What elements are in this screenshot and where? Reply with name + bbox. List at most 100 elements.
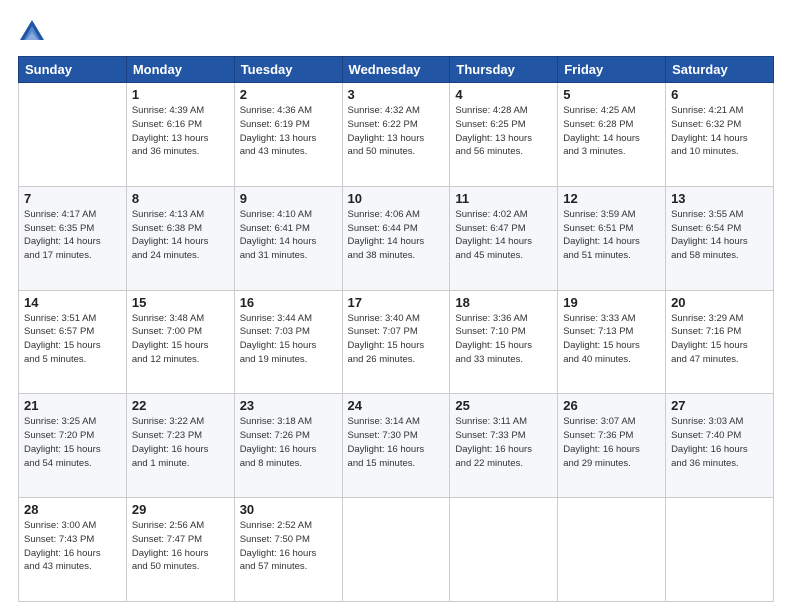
day-number: 14: [24, 295, 121, 310]
calendar-day-cell: 7 Sunrise: 4:17 AM Sunset: 6:35 PM Daylig…: [19, 186, 127, 290]
day-info: Sunrise: 4:10 AM Sunset: 6:41 PM Dayligh…: [240, 208, 337, 263]
day-number: 11: [455, 191, 552, 206]
calendar-day-cell: 29Sunrise: 2:56 AM Sunset: 7:47 PM Dayli…: [126, 498, 234, 602]
calendar-day-cell: 22 Sunrise: 3:22 AM Sunset: 7:23 PM Dayli…: [126, 394, 234, 498]
day-number: 5: [563, 87, 660, 102]
day-info: Sunrise: 3:51 AM Sunset: 6:57 PM Dayligh…: [24, 312, 121, 367]
day-info: Sunrise: 4:32 AM Sunset: 6:22 PM Dayligh…: [348, 104, 445, 159]
weekday-header: Sunday: [19, 57, 127, 83]
day-number: 25: [455, 398, 552, 413]
page: SundayMondayTuesdayWednesdayThursdayFrid…: [0, 0, 792, 612]
calendar-day-cell: 18 Sunrise: 3:36 AM Sunset: 7:10 PM Dayli…: [450, 290, 558, 394]
day-number: 27: [671, 398, 768, 413]
calendar-day-cell: 24 Sunrise: 3:14 AM Sunset: 7:30 PM Dayli…: [342, 394, 450, 498]
weekday-header: Tuesday: [234, 57, 342, 83]
weekday-header: Friday: [558, 57, 666, 83]
calendar-day-cell: 10 Sunrise: 4:06 AM Sunset: 6:44 PM Dayli…: [342, 186, 450, 290]
day-number: 2: [240, 87, 337, 102]
day-info: Sunrise: 3:14 AM Sunset: 7:30 PM Dayligh…: [348, 415, 445, 470]
day-info: Sunrise: 3:07 AM Sunset: 7:36 PM Dayligh…: [563, 415, 660, 470]
day-number: 30: [240, 502, 337, 517]
day-number: 26: [563, 398, 660, 413]
day-info: Sunrise: 3:22 AM Sunset: 7:23 PM Dayligh…: [132, 415, 229, 470]
calendar-week-row: 14 Sunrise: 3:51 AM Sunset: 6:57 PM Dayli…: [19, 290, 774, 394]
day-info: Sunrise: 3:40 AM Sunset: 7:07 PM Dayligh…: [348, 312, 445, 367]
day-info: Sunrise: 3:48 AM Sunset: 7:00 PM Dayligh…: [132, 312, 229, 367]
logo: [18, 18, 50, 46]
calendar-day-cell: 8 Sunrise: 4:13 AM Sunset: 6:38 PM Daylig…: [126, 186, 234, 290]
day-number: 10: [348, 191, 445, 206]
day-info: Sunrise: 3:03 AM Sunset: 7:40 PM Dayligh…: [671, 415, 768, 470]
day-info: Sunrise: 4:13 AM Sunset: 6:38 PM Dayligh…: [132, 208, 229, 263]
weekday-header: Wednesday: [342, 57, 450, 83]
day-info: Sunrise: 4:06 AM Sunset: 6:44 PM Dayligh…: [348, 208, 445, 263]
calendar-day-cell: 21 Sunrise: 3:25 AM Sunset: 7:20 PM Dayli…: [19, 394, 127, 498]
calendar-week-row: 28 Sunrise: 3:00 AM Sunset: 7:43 PM Dayli…: [19, 498, 774, 602]
calendar-day-cell: 15 Sunrise: 3:48 AM Sunset: 7:00 PM Dayli…: [126, 290, 234, 394]
day-info: Sunrise: 4:25 AM Sunset: 6:28 PM Dayligh…: [563, 104, 660, 159]
day-number: 18: [455, 295, 552, 310]
calendar-day-cell: 16 Sunrise: 3:44 AM Sunset: 7:03 PM Dayli…: [234, 290, 342, 394]
day-number: 9: [240, 191, 337, 206]
calendar-day-cell: 30 Sunrise: 2:52 AM Sunset: 7:50 PM Dayli…: [234, 498, 342, 602]
day-number: 21: [24, 398, 121, 413]
calendar-day-cell: 9 Sunrise: 4:10 AM Sunset: 6:41 PM Daylig…: [234, 186, 342, 290]
day-info: Sunrise: 4:21 AM Sunset: 6:32 PM Dayligh…: [671, 104, 768, 159]
calendar-day-cell: 1Sunrise: 4:39 AM Sunset: 6:16 PM Daylig…: [126, 83, 234, 187]
day-number: 7: [24, 191, 121, 206]
day-number: 15: [132, 295, 229, 310]
calendar-day-cell: 11 Sunrise: 4:02 AM Sunset: 6:47 PM Dayli…: [450, 186, 558, 290]
day-number: 3: [348, 87, 445, 102]
day-info: Sunrise: 3:11 AM Sunset: 7:33 PM Dayligh…: [455, 415, 552, 470]
day-number: 22: [132, 398, 229, 413]
day-number: 28: [24, 502, 121, 517]
calendar-day-cell: 20Sunrise: 3:29 AM Sunset: 7:16 PM Dayli…: [666, 290, 774, 394]
day-info: Sunrise: 2:52 AM Sunset: 7:50 PM Dayligh…: [240, 519, 337, 574]
day-info: Sunrise: 4:36 AM Sunset: 6:19 PM Dayligh…: [240, 104, 337, 159]
calendar-day-cell: 5 Sunrise: 4:25 AM Sunset: 6:28 PM Daylig…: [558, 83, 666, 187]
calendar-day-cell: 19 Sunrise: 3:33 AM Sunset: 7:13 PM Dayli…: [558, 290, 666, 394]
day-number: 8: [132, 191, 229, 206]
weekday-header: Thursday: [450, 57, 558, 83]
calendar-day-cell: 17Sunrise: 3:40 AM Sunset: 7:07 PM Dayli…: [342, 290, 450, 394]
logo-icon: [18, 18, 46, 46]
calendar-day-cell: 6Sunrise: 4:21 AM Sunset: 6:32 PM Daylig…: [666, 83, 774, 187]
day-info: Sunrise: 3:00 AM Sunset: 7:43 PM Dayligh…: [24, 519, 121, 574]
calendar-day-cell: 3 Sunrise: 4:32 AM Sunset: 6:22 PM Daylig…: [342, 83, 450, 187]
day-info: Sunrise: 4:17 AM Sunset: 6:35 PM Dayligh…: [24, 208, 121, 263]
calendar-day-cell: [342, 498, 450, 602]
day-number: 16: [240, 295, 337, 310]
day-info: Sunrise: 4:39 AM Sunset: 6:16 PM Dayligh…: [132, 104, 229, 159]
day-info: Sunrise: 3:36 AM Sunset: 7:10 PM Dayligh…: [455, 312, 552, 367]
day-info: Sunrise: 3:29 AM Sunset: 7:16 PM Dayligh…: [671, 312, 768, 367]
calendar-day-cell: 4 Sunrise: 4:28 AM Sunset: 6:25 PM Daylig…: [450, 83, 558, 187]
calendar-day-cell: [450, 498, 558, 602]
day-number: 19: [563, 295, 660, 310]
calendar-day-cell: 28 Sunrise: 3:00 AM Sunset: 7:43 PM Dayli…: [19, 498, 127, 602]
day-info: Sunrise: 4:02 AM Sunset: 6:47 PM Dayligh…: [455, 208, 552, 263]
calendar-header-row: SundayMondayTuesdayWednesdayThursdayFrid…: [19, 57, 774, 83]
calendar-week-row: 1Sunrise: 4:39 AM Sunset: 6:16 PM Daylig…: [19, 83, 774, 187]
day-info: Sunrise: 3:33 AM Sunset: 7:13 PM Dayligh…: [563, 312, 660, 367]
day-number: 23: [240, 398, 337, 413]
calendar-day-cell: [666, 498, 774, 602]
day-info: Sunrise: 4:28 AM Sunset: 6:25 PM Dayligh…: [455, 104, 552, 159]
day-info: Sunrise: 3:25 AM Sunset: 7:20 PM Dayligh…: [24, 415, 121, 470]
day-number: 12: [563, 191, 660, 206]
calendar-day-cell: 25 Sunrise: 3:11 AM Sunset: 7:33 PM Dayli…: [450, 394, 558, 498]
calendar-week-row: 21 Sunrise: 3:25 AM Sunset: 7:20 PM Dayli…: [19, 394, 774, 498]
calendar-table: SundayMondayTuesdayWednesdayThursdayFrid…: [18, 56, 774, 602]
calendar-day-cell: [19, 83, 127, 187]
calendar-day-cell: 14 Sunrise: 3:51 AM Sunset: 6:57 PM Dayli…: [19, 290, 127, 394]
day-number: 4: [455, 87, 552, 102]
calendar-week-row: 7 Sunrise: 4:17 AM Sunset: 6:35 PM Daylig…: [19, 186, 774, 290]
calendar-day-cell: 26 Sunrise: 3:07 AM Sunset: 7:36 PM Dayli…: [558, 394, 666, 498]
day-info: Sunrise: 3:18 AM Sunset: 7:26 PM Dayligh…: [240, 415, 337, 470]
day-info: Sunrise: 3:55 AM Sunset: 6:54 PM Dayligh…: [671, 208, 768, 263]
calendar-day-cell: 23 Sunrise: 3:18 AM Sunset: 7:26 PM Dayli…: [234, 394, 342, 498]
calendar-day-cell: 13Sunrise: 3:55 AM Sunset: 6:54 PM Dayli…: [666, 186, 774, 290]
calendar-day-cell: 12Sunrise: 3:59 AM Sunset: 6:51 PM Dayli…: [558, 186, 666, 290]
day-number: 24: [348, 398, 445, 413]
day-info: Sunrise: 3:44 AM Sunset: 7:03 PM Dayligh…: [240, 312, 337, 367]
weekday-header: Monday: [126, 57, 234, 83]
